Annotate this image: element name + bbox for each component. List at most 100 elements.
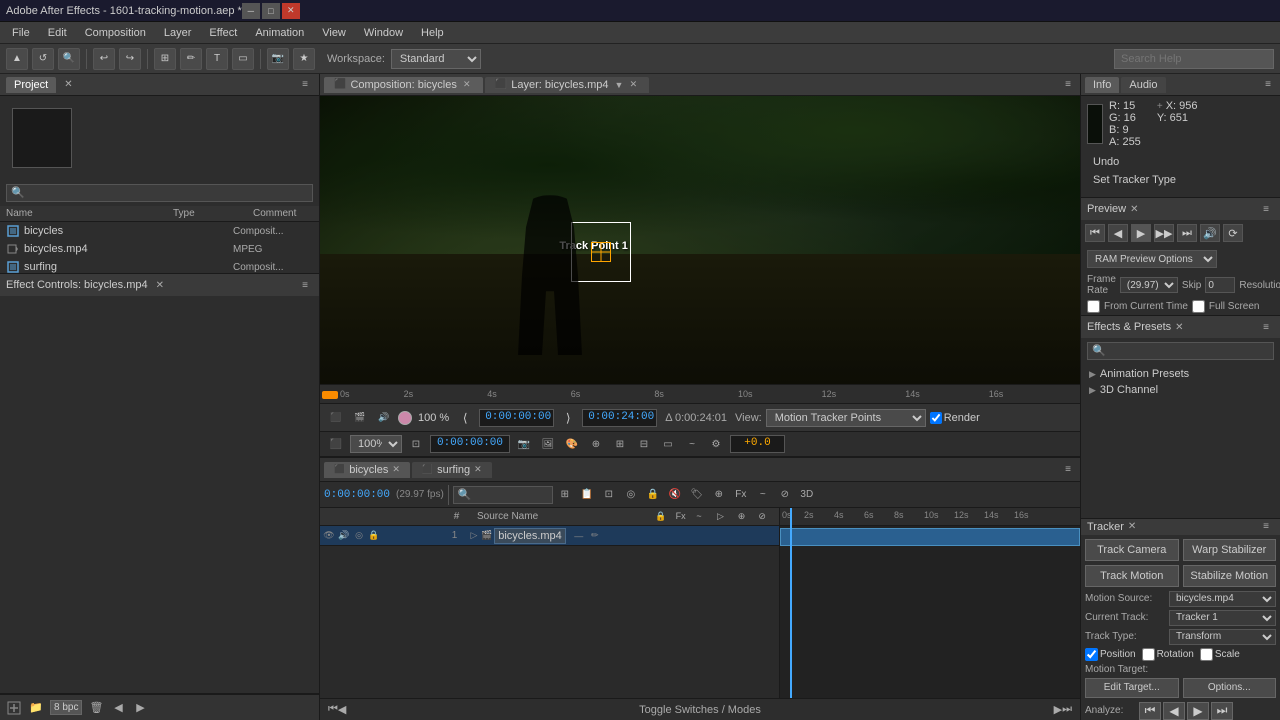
- layer-tab-close[interactable]: ✕: [627, 79, 639, 91]
- project-item-surfing-comp[interactable]: surfing Composit...: [0, 258, 319, 273]
- layer-expand[interactable]: ▷: [467, 529, 481, 543]
- layer-row-1[interactable]: 👁 🔊 ◎ 🔒 1 ▷ 🎬 bicycles.mp4 — ✏: [320, 526, 779, 546]
- vc2-fit[interactable]: ⊡: [406, 434, 426, 454]
- menu-help[interactable]: Help: [413, 25, 452, 41]
- vc2-motion-blur[interactable]: ~: [682, 434, 702, 454]
- rotation-checkbox[interactable]: [1142, 648, 1155, 661]
- layer-solo[interactable]: ◎: [352, 529, 366, 543]
- tool-comp[interactable]: ⊞: [154, 48, 176, 70]
- motion-source-select[interactable]: bicycles.mp4: [1169, 591, 1276, 607]
- tl-3d[interactable]: 3D: [797, 485, 817, 505]
- track-camera-button[interactable]: Track Camera: [1085, 539, 1179, 561]
- layer-solo-btn[interactable]: —: [572, 529, 586, 543]
- maximize-button[interactable]: □: [262, 3, 280, 19]
- pb-audio-btn[interactable]: 🔊: [374, 408, 394, 428]
- minimize-button[interactable]: ─: [242, 3, 260, 19]
- prev-audio[interactable]: 🔊: [1200, 224, 1220, 242]
- timeline-tab-surfing[interactable]: ⬛ surfing ✕: [412, 462, 492, 478]
- scale-checkbox[interactable]: [1200, 648, 1213, 661]
- menu-effect[interactable]: Effect: [201, 25, 245, 41]
- track-type-select[interactable]: Transform: [1169, 629, 1276, 645]
- comp-tab[interactable]: ⬛ Composition: bicycles ✕: [324, 77, 483, 93]
- viewer-menu[interactable]: ≡: [1060, 77, 1076, 93]
- pb-next-frame[interactable]: ⟩: [558, 408, 578, 428]
- render-label[interactable]: Render: [930, 412, 980, 424]
- menu-animation[interactable]: Animation: [247, 25, 312, 41]
- project-item-bicycles-comp[interactable]: bicycles Composit...: [0, 222, 319, 240]
- analyze-fwd-all[interactable]: ⏭: [1211, 702, 1233, 720]
- current-track-select[interactable]: Tracker 1: [1169, 610, 1276, 626]
- tl-motion-blur[interactable]: ~: [753, 485, 773, 505]
- vc2-show-snapshot[interactable]: 🖼: [538, 434, 558, 454]
- effects-category-3d-channel[interactable]: ▶ 3D Channel: [1081, 382, 1280, 398]
- render-checkbox[interactable]: [930, 412, 942, 424]
- tl-label[interactable]: 🏷: [687, 485, 707, 505]
- layer-audio-toggle[interactable]: 🔊: [337, 529, 351, 543]
- tool-rotate[interactable]: ↺: [32, 48, 54, 70]
- from-current-time-check[interactable]: [1087, 300, 1100, 313]
- scale-label[interactable]: Scale: [1200, 648, 1240, 661]
- ram-preview-select[interactable]: RAM Preview Options: [1087, 250, 1217, 268]
- menu-edit[interactable]: Edit: [40, 25, 75, 41]
- warp-stabilizer-button[interactable]: Warp Stabilizer: [1183, 539, 1277, 561]
- new-comp-button[interactable]: [4, 698, 24, 718]
- analyze-fwd-one[interactable]: ▶: [1187, 702, 1209, 720]
- effects-category-animation-presets[interactable]: ▶ Animation Presets: [1081, 366, 1280, 382]
- zoom-select[interactable]: 100%: [350, 435, 402, 453]
- layer-video-toggle[interactable]: 👁: [322, 529, 336, 543]
- stabilize-motion-button[interactable]: Stabilize Motion: [1183, 565, 1277, 587]
- frame-rate-select[interactable]: (29.97): [1120, 277, 1178, 293]
- menu-window[interactable]: Window: [356, 25, 411, 41]
- folder-button[interactable]: 📁: [26, 698, 46, 718]
- analyze-back-all[interactable]: ⏮: [1139, 702, 1161, 720]
- vc2-guides[interactable]: ⊞: [610, 434, 630, 454]
- tl-adj[interactable]: ⊘: [775, 485, 795, 505]
- tl-lock[interactable]: 🔒: [643, 485, 663, 505]
- tl-solo[interactable]: ◎: [621, 485, 641, 505]
- vc2-show-channel[interactable]: 🎨: [562, 434, 582, 454]
- pb-color-btn[interactable]: .: [398, 411, 412, 425]
- tool-select[interactable]: ▲: [6, 48, 28, 70]
- prev-prev-frame[interactable]: ◀: [1108, 224, 1128, 242]
- offset-display[interactable]: +0.0: [730, 435, 785, 453]
- tool-undo[interactable]: ↩: [93, 48, 115, 70]
- info-tab-audio[interactable]: Audio: [1121, 77, 1165, 93]
- workspace-select[interactable]: Standard: [391, 49, 481, 69]
- layer-lock[interactable]: 🔒: [367, 529, 381, 543]
- tool-redo[interactable]: ↪: [119, 48, 141, 70]
- track-clip-1[interactable]: [780, 528, 1080, 546]
- transport-prev[interactable]: ◀: [338, 703, 346, 716]
- track-playhead[interactable]: [790, 508, 792, 698]
- prev-next-frame[interactable]: ▶▶: [1154, 224, 1174, 242]
- prev-loop[interactable]: ⟳: [1223, 224, 1243, 242]
- project-panel-menu[interactable]: ≡: [297, 77, 313, 93]
- effects-menu[interactable]: ≡: [1258, 319, 1274, 335]
- tool-light[interactable]: ★: [293, 48, 315, 70]
- time-start-display[interactable]: 0:00:00:00: [479, 409, 554, 427]
- track-area[interactable]: 0s 2s 4s 6s 8s 10s 12s 14s 16s: [780, 508, 1080, 698]
- info-panel-menu[interactable]: ≡: [1260, 77, 1276, 93]
- project-tab[interactable]: Project: [6, 77, 56, 93]
- menu-view[interactable]: View: [314, 25, 354, 41]
- skip-input[interactable]: [1205, 277, 1235, 293]
- tool-zoom[interactable]: 🔍: [58, 48, 80, 70]
- position-label[interactable]: Position: [1085, 648, 1136, 661]
- prev-play[interactable]: ▶: [1131, 224, 1151, 242]
- options-button[interactable]: Options...: [1183, 678, 1277, 698]
- position-checkbox[interactable]: [1085, 648, 1098, 661]
- tl-mute[interactable]: 🔇: [665, 485, 685, 505]
- transport-next[interactable]: ▶: [1054, 703, 1062, 716]
- timeline-tab-bicycles[interactable]: ⬛ bicycles ✕: [324, 462, 410, 478]
- pb-prev-frame[interactable]: ⟨: [455, 408, 475, 428]
- pb-film-btn[interactable]: 🎬: [350, 408, 370, 428]
- prev-last-frame[interactable]: ⏭: [1177, 224, 1197, 242]
- track-motion-button[interactable]: Track Motion: [1085, 565, 1179, 587]
- vc2-overlay[interactable]: ⊕: [586, 434, 606, 454]
- vc2-snapshot[interactable]: 📷: [514, 434, 534, 454]
- project-item-bicycles-mp4[interactable]: bicycles.mp4 MPEG: [0, 240, 319, 258]
- vc2-track[interactable]: ⚙: [706, 434, 726, 454]
- layer-name-1[interactable]: bicycles.mp4: [494, 528, 566, 544]
- tl-fx[interactable]: Fx: [731, 485, 751, 505]
- info-tab-info[interactable]: Info: [1085, 77, 1119, 93]
- tool-pen[interactable]: ✏: [180, 48, 202, 70]
